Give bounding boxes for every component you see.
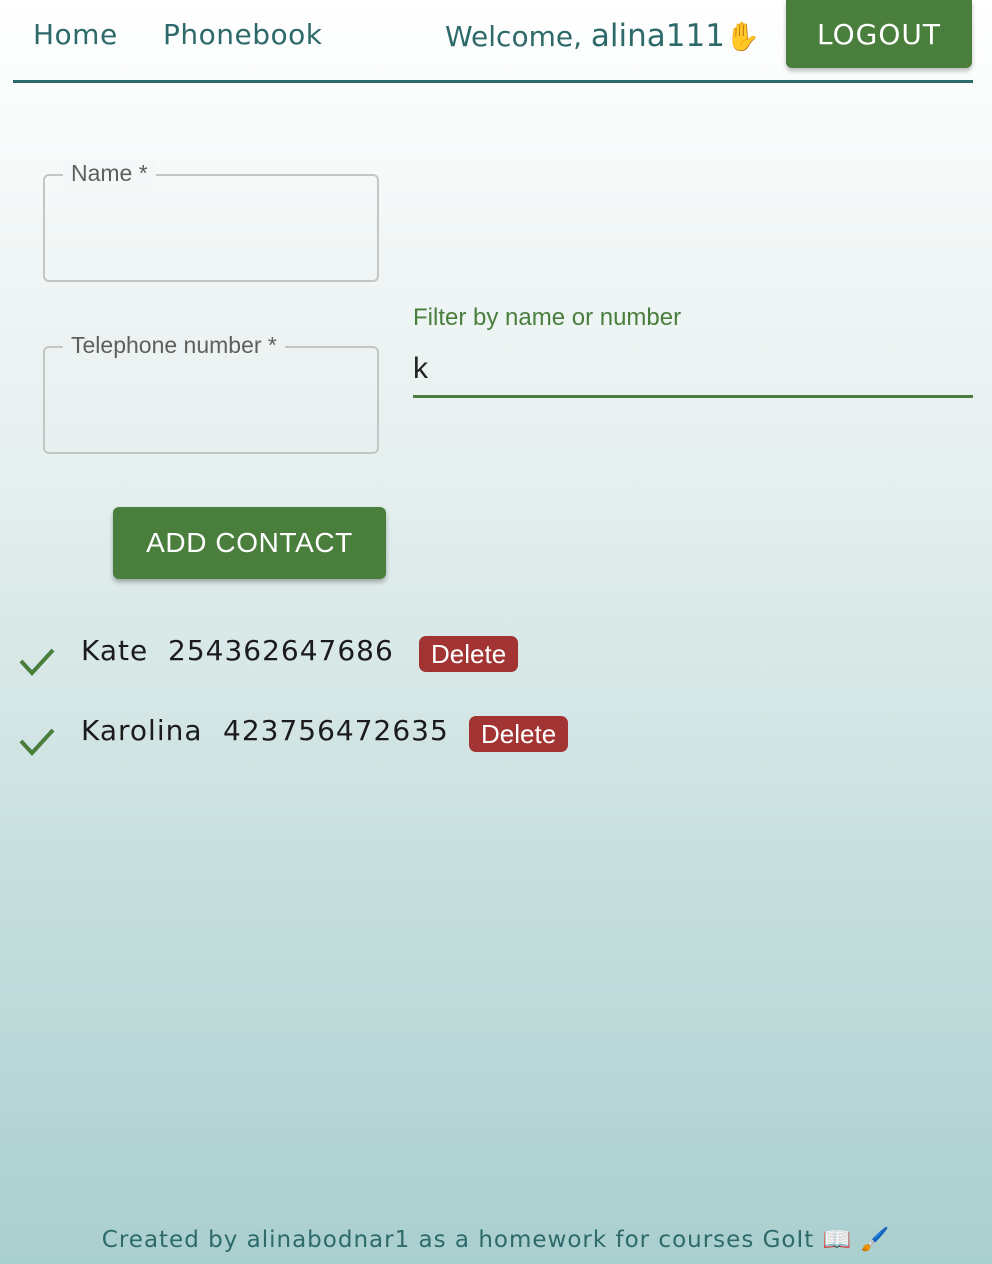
top-nav-bar: Home Phonebook Welcome, alina111✋ LOGOUT <box>13 0 973 83</box>
name-input[interactable] <box>45 176 377 280</box>
welcome-message: Welcome, alina111✋ <box>445 18 760 54</box>
contact-item: Kate 254362647686 Delete <box>18 630 718 710</box>
phone-field: Telephone number * <box>43 332 379 454</box>
contact-number: 254362647686 <box>168 634 394 667</box>
add-contact-button[interactable]: ADD CONTACT <box>113 507 386 579</box>
name-field: Name * <box>43 160 379 282</box>
filter-label: Filter by name or number <box>413 304 682 331</box>
phone-input[interactable] <box>45 348 377 452</box>
username: alina111 <box>590 18 725 54</box>
checkmark-icon <box>19 728 55 756</box>
nav-link-phonebook[interactable]: Phonebook <box>163 18 322 51</box>
delete-contact-button[interactable]: Delete <box>419 636 519 672</box>
contact-name: Kate <box>81 634 149 667</box>
contact-name: Karolina <box>81 714 203 747</box>
contact-item: Karolina 423756472635 Delete <box>18 710 718 790</box>
wave-hand-icon: ✋ <box>724 20 760 53</box>
nav-link-home[interactable]: Home <box>33 18 118 51</box>
delete-contact-button[interactable]: Delete <box>469 716 569 752</box>
filter-input[interactable] <box>413 343 973 398</box>
contact-list: Kate 254362647686 Delete Karolina 423756… <box>18 630 718 790</box>
contact-number: 423756472635 <box>223 714 449 747</box>
logout-button[interactable]: LOGOUT <box>786 0 972 68</box>
footer-credits: Created by alinabodnar1 as a homework fo… <box>101 1227 891 1253</box>
checkmark-icon <box>19 648 55 676</box>
welcome-prefix: Welcome, <box>445 20 591 53</box>
